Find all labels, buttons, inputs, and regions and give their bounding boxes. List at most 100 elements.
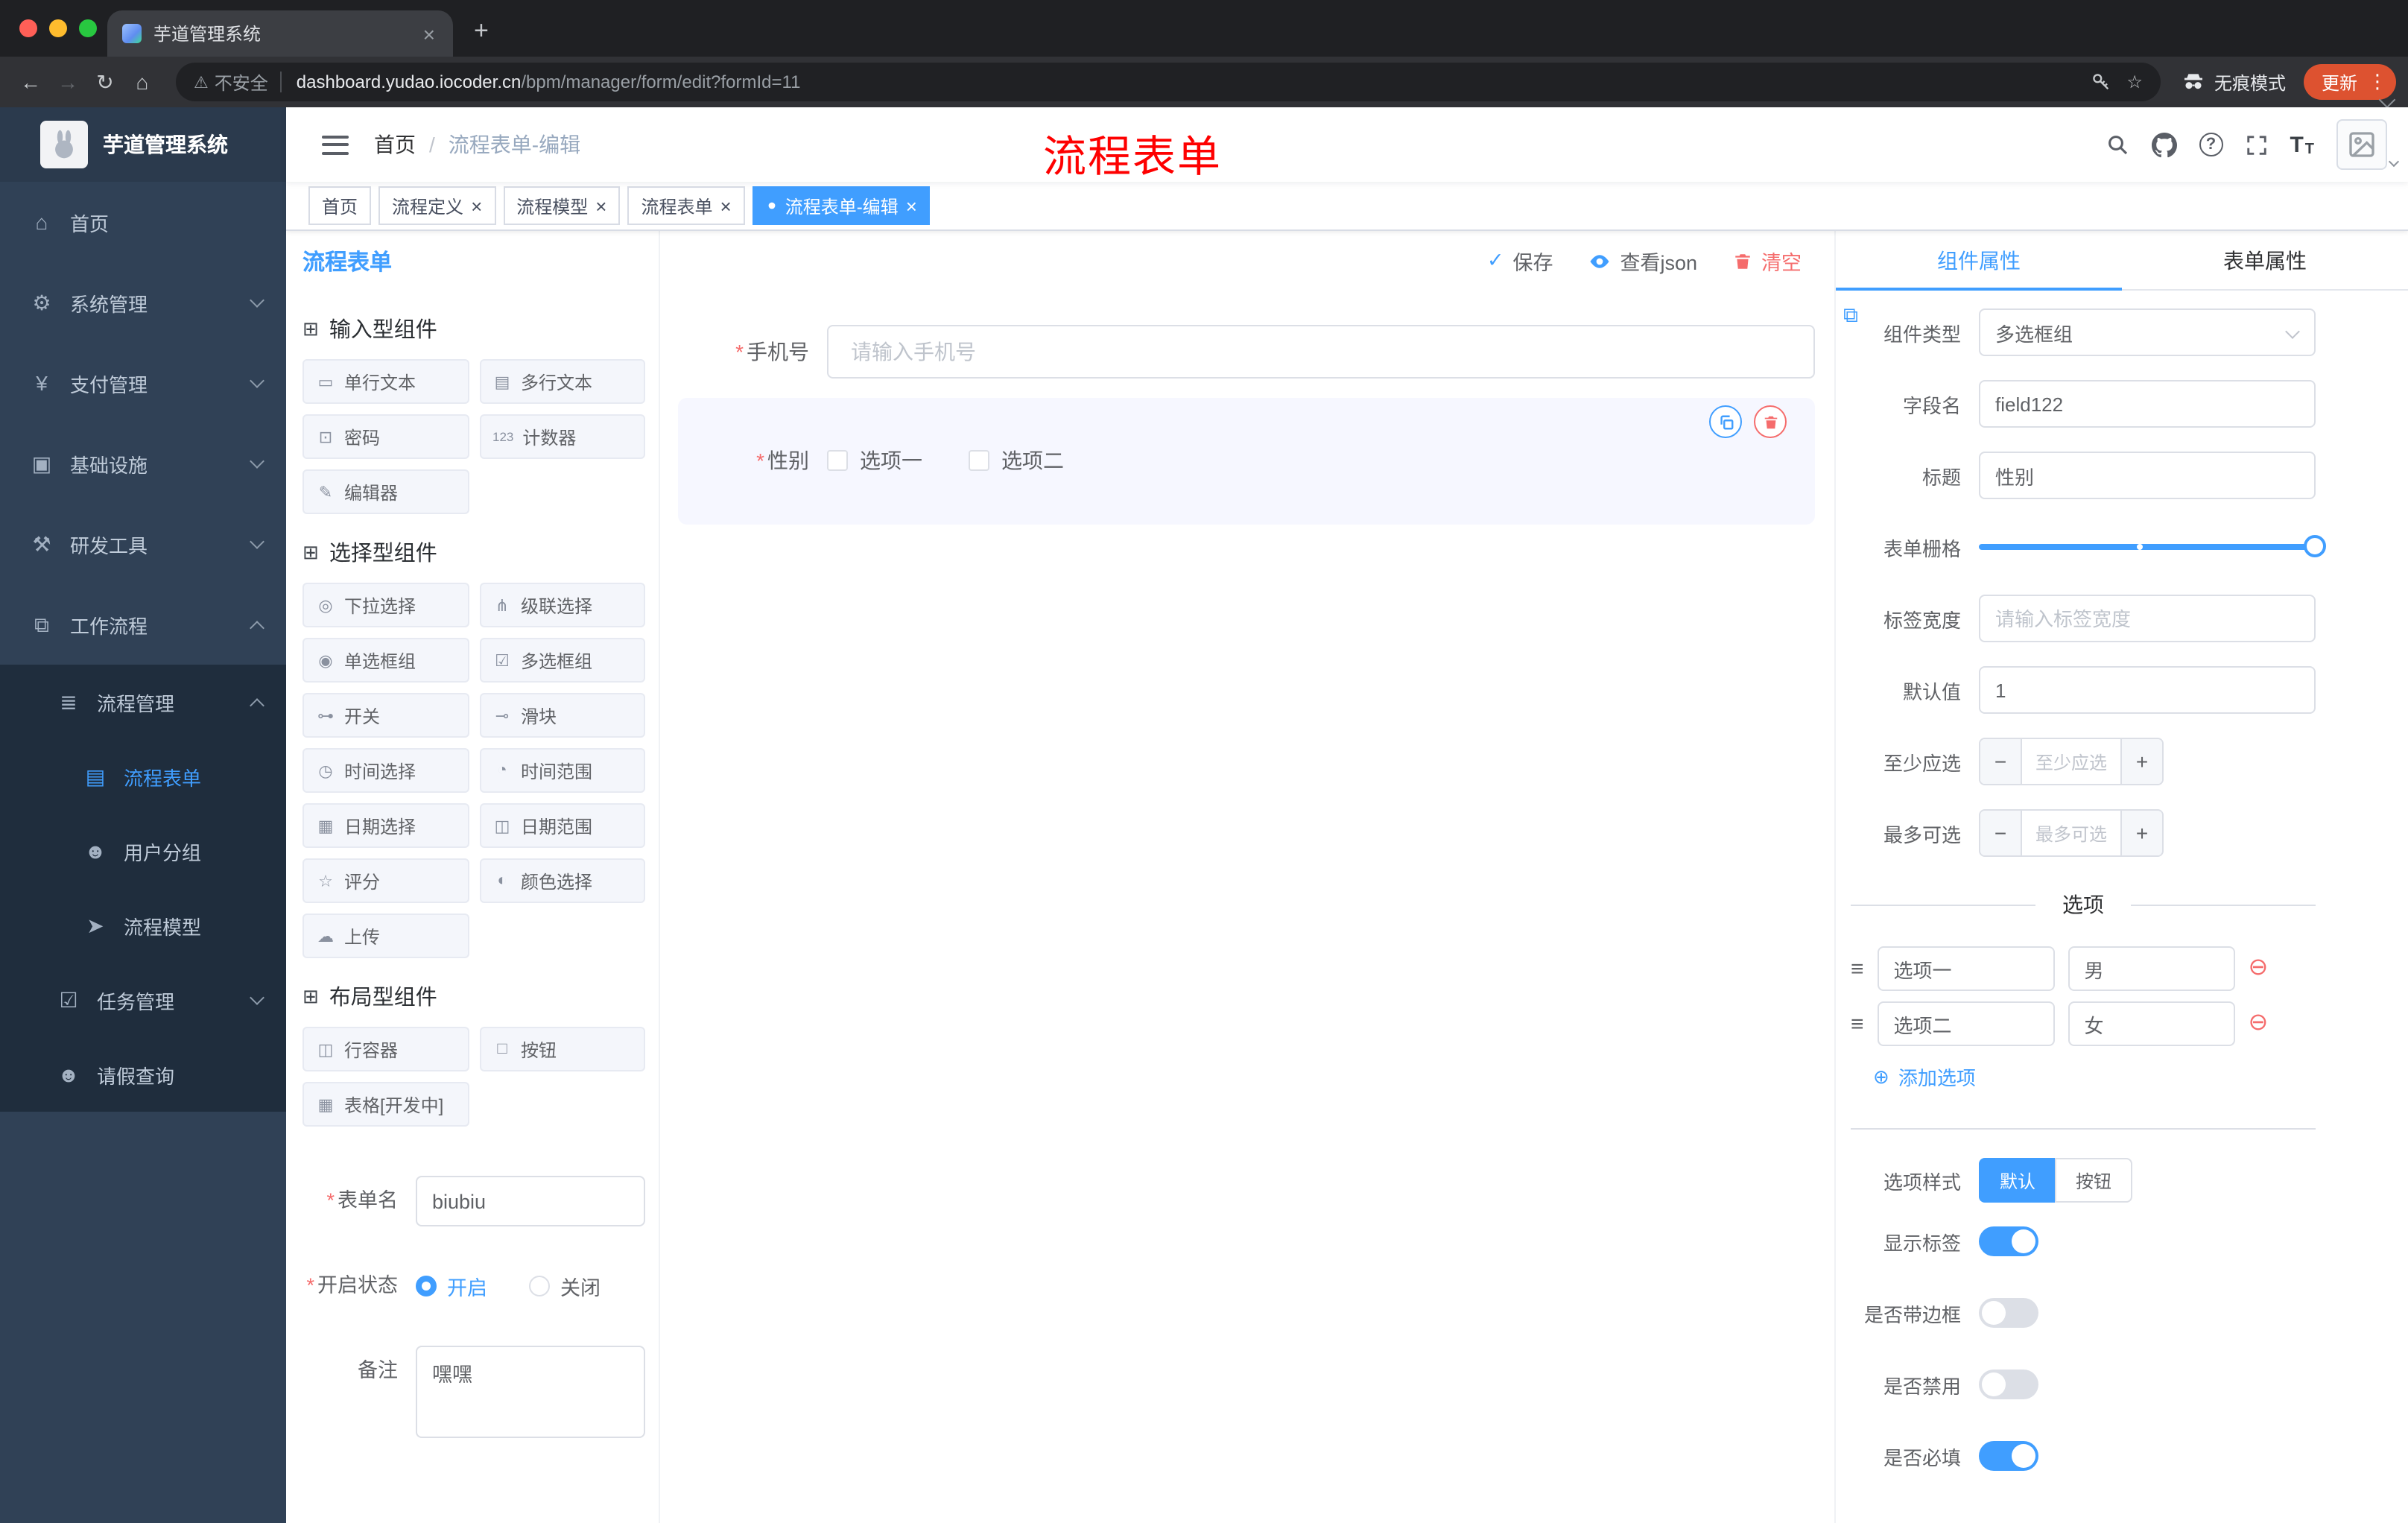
increase-button[interactable]: + xyxy=(2120,739,2162,784)
zoom-window-button[interactable] xyxy=(79,19,97,37)
sidebar-item-infrastructure[interactable]: ▣ 基础设施 xyxy=(0,423,286,504)
fullscreen-icon[interactable] xyxy=(2245,133,2267,156)
github-icon[interactable] xyxy=(2151,132,2177,157)
tag-process-form[interactable]: 流程表单 × xyxy=(627,186,745,225)
show-label-toggle[interactable] xyxy=(1979,1226,2038,1256)
form-name-input[interactable] xyxy=(416,1176,645,1226)
close-icon[interactable]: × xyxy=(906,196,917,215)
default-value-input[interactable] xyxy=(1979,666,2316,714)
password-key-icon[interactable] xyxy=(2091,72,2111,92)
palette-item-switch[interactable]: ⊶ 开关 xyxy=(302,693,469,738)
palette-item-time-picker[interactable]: ◷ 时间选择 xyxy=(302,748,469,793)
palette-item-radio-group[interactable]: ◉ 单选框组 xyxy=(302,638,469,683)
close-icon[interactable]: × xyxy=(595,196,606,215)
palette-item-time-range[interactable]: ◔ 时间范围 xyxy=(479,748,645,793)
tab-form-props[interactable]: 表单属性 xyxy=(2122,231,2408,289)
copy-widget-button[interactable] xyxy=(1709,405,1742,438)
drag-handle-icon[interactable]: ≡ xyxy=(1851,1011,1864,1036)
close-icon[interactable]: × xyxy=(720,196,732,215)
max-select-value[interactable]: 最多可选 xyxy=(2022,811,2120,855)
option-2-label-input[interactable] xyxy=(1877,1001,2055,1046)
palette-item-upload[interactable]: ☁ 上传 xyxy=(302,914,469,958)
sidebar-item-dev-tools[interactable]: ⚒ 研发工具 xyxy=(0,504,286,584)
form-remark-textarea[interactable] xyxy=(416,1346,645,1438)
palette-item-single-line-text[interactable]: ▭ 单行文本 xyxy=(302,359,469,404)
avatar[interactable] xyxy=(2336,119,2400,170)
remove-option-icon[interactable]: ⊖ xyxy=(2249,956,2269,981)
search-icon[interactable] xyxy=(2105,133,2129,156)
sidebar-item-process-form[interactable]: ▤ 流程表单 xyxy=(0,739,286,814)
sidebar-item-process-mgmt[interactable]: ≣ 流程管理 xyxy=(0,665,286,739)
update-button[interactable]: 更新 ⋮ xyxy=(2303,64,2396,100)
palette-item-button[interactable]: □ 按钮 xyxy=(479,1027,645,1071)
required-toggle[interactable] xyxy=(1979,1441,2038,1471)
tag-home[interactable]: 首页 xyxy=(308,186,372,225)
bookmark-star-icon[interactable]: ☆ xyxy=(2126,72,2143,92)
palette-item-counter[interactable]: 123 计数器 xyxy=(479,414,645,459)
delete-widget-button[interactable] xyxy=(1754,405,1787,438)
sidebar-item-user-group[interactable]: ☻ 用户分组 xyxy=(0,814,286,888)
status-off-radio[interactable]: 关闭 xyxy=(529,1271,601,1301)
forward-icon[interactable]: → xyxy=(49,70,86,94)
help-icon[interactable]: ? xyxy=(2199,133,2223,156)
phone-input[interactable] xyxy=(827,325,1815,379)
option-2-value-input[interactable] xyxy=(2068,1001,2235,1046)
checkbox-icon[interactable] xyxy=(827,450,848,471)
disabled-toggle[interactable] xyxy=(1979,1370,2038,1399)
drag-handle-icon[interactable]: ≡ xyxy=(1851,956,1864,981)
sidebar-item-process-model[interactable]: ➤ 流程模型 xyxy=(0,888,286,963)
palette-item-slider[interactable]: ⊸ 滑块 xyxy=(479,693,645,738)
palette-item-password[interactable]: ⊡ 密码 xyxy=(302,414,469,459)
style-default-button[interactable]: 默认 xyxy=(1979,1158,2056,1203)
tag-process-model[interactable]: 流程模型 × xyxy=(503,186,621,225)
tag-process-definition[interactable]: 流程定义 × xyxy=(378,186,496,225)
palette-item-checkbox-group[interactable]: ☑ 多选框组 xyxy=(479,638,645,683)
tab-component-props[interactable]: 组件属性 xyxy=(1836,231,2122,291)
palette-item-select[interactable]: ◎ 下拉选择 xyxy=(302,583,469,627)
browser-menu-icon[interactable]: ⋮ xyxy=(2368,70,2387,94)
palette-item-rate[interactable]: ☆ 评分 xyxy=(302,858,469,903)
style-button-button[interactable]: 按钮 xyxy=(2055,1158,2133,1203)
close-icon[interactable]: × xyxy=(471,196,482,215)
label-width-input[interactable] xyxy=(1979,595,2316,642)
remove-option-icon[interactable]: ⊖ xyxy=(2249,1011,2269,1036)
widget-phone[interactable]: * 手机号 xyxy=(678,325,1815,379)
checkbox-option-1[interactable]: 选项一 xyxy=(827,446,922,475)
slider-handle[interactable] xyxy=(2304,535,2326,557)
palette-item-editor[interactable]: ✎ 编辑器 xyxy=(302,469,469,514)
palette-item-date-range[interactable]: ◫ 日期范围 xyxy=(479,803,645,848)
sidebar-item-system-mgmt[interactable]: ⚙ 系统管理 xyxy=(0,262,286,343)
sidebar-item-payment-mgmt[interactable]: ¥ 支付管理 xyxy=(0,343,286,423)
min-select-value[interactable]: 至少应选 xyxy=(2022,739,2120,784)
font-size-icon[interactable]: TT xyxy=(2290,132,2314,157)
palette-item-row-container[interactable]: ◫ 行容器 xyxy=(302,1027,469,1071)
form-canvas[interactable]: *手机号 *性别 选项一 xyxy=(660,291,1834,1523)
new-tab-button[interactable]: + xyxy=(474,16,489,46)
sidebar-item-leave-query[interactable]: ☻ 请假查询 xyxy=(0,1037,286,1112)
sidebar-item-task-mgmt[interactable]: ☑ 任务管理 xyxy=(0,963,286,1037)
back-icon[interactable]: ← xyxy=(12,70,49,94)
field-name-input[interactable] xyxy=(1979,380,2316,428)
status-on-radio[interactable]: 开启 xyxy=(416,1271,487,1301)
decrease-button[interactable]: − xyxy=(1980,739,2022,784)
checkbox-icon[interactable] xyxy=(969,450,989,471)
home-toolbar-icon[interactable]: ⌂ xyxy=(124,70,161,94)
tab-close-icon[interactable]: × xyxy=(420,23,438,44)
sidebar-item-workflow[interactable]: ⧉ 工作流程 xyxy=(0,584,286,665)
grid-slider[interactable] xyxy=(1979,535,2326,557)
tag-process-form-edit[interactable]: 流程表单-编辑 × xyxy=(752,186,931,225)
palette-item-table[interactable]: ▦ 表格[开发中] xyxy=(302,1082,469,1127)
option-1-value-input[interactable] xyxy=(2068,946,2235,991)
clear-button[interactable]: 清空 xyxy=(1733,246,1802,276)
save-button[interactable]: ✓ 保存 xyxy=(1487,246,1553,276)
add-option-button[interactable]: ⊕ 添加选项 xyxy=(1873,1063,2316,1091)
palette-item-cascader[interactable]: ⋔ 级联选择 xyxy=(479,583,645,627)
close-window-button[interactable] xyxy=(19,19,37,37)
minimize-window-button[interactable] xyxy=(49,19,67,37)
address-bar[interactable]: ⚠ 不安全 dashboard.yudao.iocoder.cn /bpm/ma… xyxy=(176,63,2161,101)
reload-icon[interactable]: ↻ xyxy=(86,69,124,95)
component-type-select[interactable]: 多选框组 xyxy=(1979,308,2316,356)
decrease-button[interactable]: − xyxy=(1980,811,2022,855)
option-1-label-input[interactable] xyxy=(1877,946,2055,991)
palette-item-date-picker[interactable]: ▦ 日期选择 xyxy=(302,803,469,848)
